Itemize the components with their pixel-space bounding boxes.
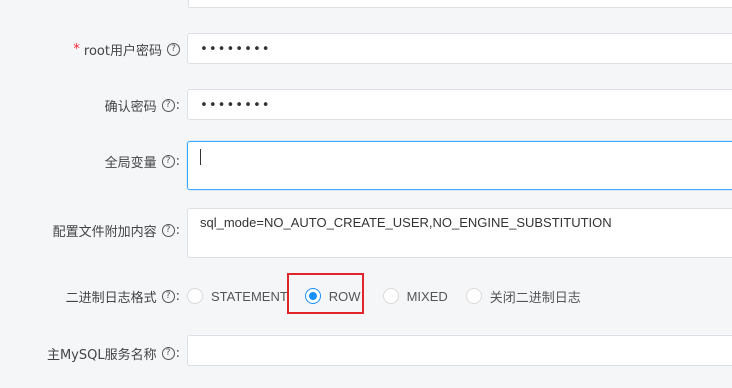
master-service-input[interactable]	[187, 335, 732, 366]
label-colon: :	[175, 98, 180, 113]
config-append-label-text: 配置文件附加内容	[52, 225, 157, 240]
previous-field-input[interactable]	[188, 0, 732, 8]
required-mark: *	[73, 42, 80, 57]
radio-statement[interactable]	[187, 288, 203, 304]
config-append-label: 配置文件附加内容 ? :	[53, 221, 180, 240]
radio-option-disable-binlog[interactable]: 关闭二进制日志	[465, 287, 581, 306]
help-icon[interactable]: ?	[161, 347, 175, 360]
binlog-format-radio-group: STATEMENT ROW MIXED 关闭二进制日志	[187, 285, 597, 307]
root-password-input[interactable]: ••••••••	[187, 33, 732, 64]
radio-disable-binlog[interactable]	[465, 288, 482, 304]
root-password-label-text: root用户密码	[83, 44, 162, 59]
confirm-password-label-text: 确认密码	[104, 100, 157, 115]
root-password-label: * root用户密码 ?	[73, 40, 180, 59]
label-colon: :	[175, 223, 180, 238]
help-icon[interactable]: ?	[161, 155, 175, 168]
help-icon[interactable]: ?	[161, 224, 175, 237]
text-caret	[200, 149, 201, 165]
master-service-label: 主MySQL服务名称 ? :	[47, 344, 180, 363]
radio-option-statement[interactable]: STATEMENT	[187, 288, 288, 304]
help-icon[interactable]: ?	[161, 99, 175, 112]
help-icon[interactable]: ?	[161, 290, 175, 303]
confirm-password-label: 确认密码 ? :	[105, 96, 180, 115]
help-icon[interactable]: ?	[167, 43, 180, 56]
radio-mixed[interactable]	[382, 288, 399, 304]
confirm-password-input[interactable]: ••••••••	[187, 89, 732, 120]
label-colon: :	[175, 289, 180, 304]
global-vars-label-text: 全局变量	[104, 156, 157, 171]
radio-option-mixed[interactable]: MIXED	[382, 288, 448, 304]
label-colon: :	[175, 346, 180, 361]
radio-label-mixed: MIXED	[406, 288, 448, 304]
radio-label-statement: STATEMENT	[211, 288, 288, 304]
config-append-value: sql_mode=NO_AUTO_CREATE_USER,NO_ENGINE_S…	[200, 215, 612, 230]
master-service-label-text: 主MySQL服务名称	[46, 348, 157, 363]
global-vars-textarea[interactable]	[187, 141, 732, 190]
binlog-format-label: 二进制日志格式 ? :	[66, 287, 180, 306]
label-colon: :	[175, 154, 180, 169]
config-append-textarea[interactable]: sql_mode=NO_AUTO_CREATE_USER,NO_ENGINE_S…	[187, 208, 732, 258]
radio-label-disable-binlog: 关闭二进制日志	[489, 289, 581, 305]
binlog-format-label-text: 二进制日志格式	[65, 291, 157, 306]
global-vars-label: 全局变量 ? :	[105, 152, 180, 171]
confirm-password-value: ••••••••	[200, 98, 271, 113]
selection-highlight-box	[287, 273, 364, 314]
root-password-value: ••••••••	[200, 42, 271, 57]
